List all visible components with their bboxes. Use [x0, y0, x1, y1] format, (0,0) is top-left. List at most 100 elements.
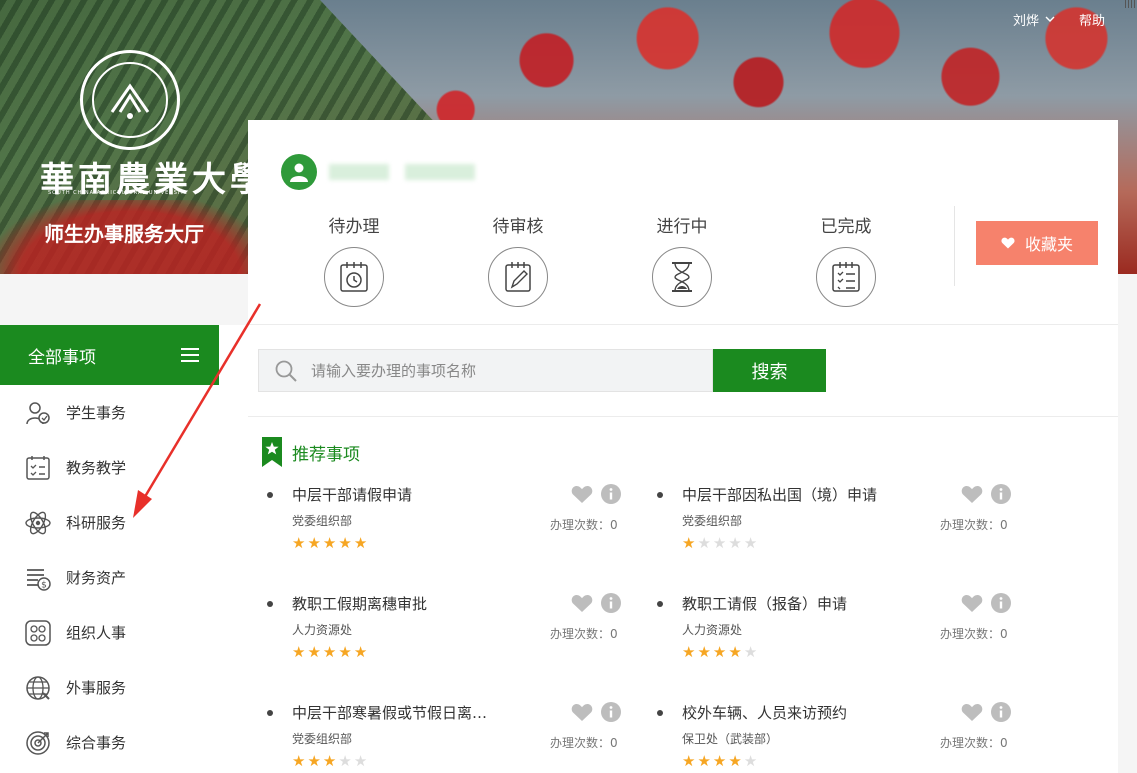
info-icon[interactable]: [991, 593, 1011, 613]
finance-icon: $: [24, 564, 52, 592]
service-title[interactable]: 教职工请假（报备）申请: [682, 593, 942, 614]
blurred-user-info: [329, 164, 475, 180]
corner-mark: [1125, 0, 1137, 8]
globe-icon: [24, 674, 52, 702]
sidebar-item-foreign-affairs[interactable]: 外事服务: [0, 660, 219, 715]
bookmark-star-icon: [262, 437, 282, 467]
status-completed[interactable]: 已完成: [800, 212, 892, 307]
search-bar: 搜索: [258, 349, 826, 392]
student-icon: [24, 399, 52, 427]
main-panel: 待办理 待审核 进行中 已完成 收藏夹 请输入要办理的事项名称 搜索 推荐事项 …: [248, 120, 1118, 773]
favorite-heart-icon[interactable]: [571, 703, 593, 722]
user-menu[interactable]: 刘烨: [1013, 10, 1055, 29]
sidebar-list: 学生事务 教务教学 科研服务 $ 财务资产 组织人事 外事服务 综合事务: [0, 385, 219, 770]
bullet: [657, 601, 663, 607]
info-icon[interactable]: [991, 702, 1011, 722]
star-filled-icon: ★: [322, 534, 337, 552]
search-button[interactable]: 搜索: [713, 349, 826, 392]
sidebar-item-academic[interactable]: 教务教学: [0, 440, 219, 495]
search-input[interactable]: [311, 361, 691, 380]
service-count: 办理次数：0: [940, 518, 1008, 532]
recommended-title: 推荐事项: [292, 444, 360, 465]
service-item[interactable]: 教职工假期离穗审批 人力资源处 ★ ★ ★ ★ ★ 办理次数：0: [262, 589, 622, 689]
svg-text:$: $: [41, 580, 47, 590]
help-link[interactable]: 帮助: [1079, 10, 1105, 29]
star-filled-icon: ★: [682, 752, 696, 770]
favorite-heart-icon[interactable]: [961, 703, 983, 722]
sidebar-item-personnel[interactable]: 组织人事: [0, 605, 219, 660]
status-label: 待审核: [492, 217, 544, 237]
favorite-heart-icon[interactable]: [571, 485, 593, 504]
edit-document-icon: [488, 247, 548, 307]
service-title[interactable]: 中层干部寒暑假或节假日离穗审批: [292, 702, 502, 723]
top-user-bar: 刘烨 帮助: [1013, 10, 1105, 29]
rating-stars: ★ ★ ★ ★ ★: [292, 536, 367, 551]
service-actions: [571, 593, 621, 613]
star-filled-icon: ★: [292, 643, 306, 661]
university-logo: [80, 50, 180, 150]
service-actions: [571, 702, 621, 722]
favorite-heart-icon[interactable]: [961, 485, 983, 504]
sidebar-item-research[interactable]: 科研服务: [0, 495, 219, 550]
search-icon: [275, 360, 297, 382]
service-item[interactable]: 中层干部请假申请 党委组织部 ★ ★ ★ ★ ★ 办理次数：0: [262, 480, 622, 580]
info-icon[interactable]: [601, 593, 621, 613]
service-actions: [961, 702, 1011, 722]
status-pending[interactable]: 待办理: [308, 212, 400, 307]
service-dept: 人力资源处: [292, 623, 353, 637]
star-filled-icon: ★: [712, 643, 727, 661]
info-icon[interactable]: [601, 484, 621, 504]
service-item[interactable]: 校外车辆、人员来访预约 保卫处（武装部） ★ ★ ★ ★ ★ 办理次数：0: [652, 698, 1012, 773]
service-item[interactable]: 中层干部因私出国（境）申请 党委组织部 ★ ★ ★ ★ ★ 办理次数：0: [652, 480, 1012, 580]
favorite-heart-icon[interactable]: [961, 594, 983, 613]
status-label: 已完成: [820, 217, 872, 237]
favorites-button[interactable]: 收藏夹: [976, 221, 1098, 265]
rating-stars: ★ ★ ★ ★ ★: [682, 645, 757, 660]
all-items-header[interactable]: 全部事项: [0, 325, 219, 385]
service-item[interactable]: 教职工请假（报备）申请 人力资源处 ★ ★ ★ ★ ★ 办理次数：0: [652, 589, 1012, 689]
service-title[interactable]: 教职工假期离穗审批: [292, 593, 552, 614]
status-label: 进行中: [656, 217, 708, 237]
sidebar: 全部事项 学生事务 教务教学 科研服务 $ 财务资产 组织人事 外事服务 综合事…: [0, 274, 248, 773]
divider: [954, 206, 955, 286]
all-items-label: 全部事项: [28, 347, 96, 368]
hourglass-icon: [652, 247, 712, 307]
info-icon[interactable]: [601, 702, 621, 722]
recommended-header: 推荐事项: [262, 437, 360, 467]
status-in-progress[interactable]: 进行中: [636, 212, 728, 307]
star-filled-icon: ★: [682, 643, 696, 661]
favorites-label: 收藏夹: [1024, 235, 1073, 254]
star-empty-icon: ★: [743, 752, 758, 770]
logo-emblem-icon: [110, 83, 150, 119]
star-filled-icon: ★: [728, 752, 742, 770]
star-filled-icon: ★: [338, 534, 352, 552]
star-empty-icon: ★: [697, 534, 711, 552]
service-count: 办理次数：0: [550, 627, 618, 641]
sidebar-item-finance[interactable]: $ 财务资产: [0, 550, 219, 605]
service-title[interactable]: 中层干部因私出国（境）申请: [682, 484, 942, 505]
rating-stars: ★ ★ ★ ★ ★: [682, 754, 757, 769]
user-name: 刘烨: [1012, 14, 1039, 29]
favorite-heart-icon[interactable]: [571, 594, 593, 613]
star-empty-icon: ★: [338, 752, 352, 770]
sidebar-item-label: 科研服务: [66, 514, 127, 532]
target-icon: [24, 729, 52, 757]
hamburger-menu-icon[interactable]: [181, 348, 199, 362]
sidebar-item-general[interactable]: 综合事务: [0, 715, 219, 770]
star-filled-icon: ★: [728, 643, 742, 661]
service-item[interactable]: 中层干部寒暑假或节假日离穗审批 党委组织部 ★ ★ ★ ★ ★ 办理次数：0: [262, 698, 622, 773]
search-box: [258, 349, 713, 392]
avatar[interactable]: [281, 154, 317, 190]
service-title[interactable]: 中层干部请假申请: [292, 484, 552, 505]
sidebar-item-student-affairs[interactable]: 学生事务: [0, 385, 219, 440]
calendar-checklist-icon: [24, 454, 52, 482]
university-subtitle: SOUTH CHINA AGRICULTURAL UNIVERSITY: [48, 190, 189, 196]
star-filled-icon: ★: [307, 752, 321, 770]
sidebar-item-label: 综合事务: [66, 734, 127, 752]
star-filled-icon: ★: [712, 752, 727, 770]
info-icon[interactable]: [991, 484, 1011, 504]
status-review[interactable]: 待审核: [472, 212, 564, 307]
service-count: 办理次数：0: [550, 736, 618, 750]
hall-title: 师生办事服务大厅: [44, 222, 204, 246]
service-title[interactable]: 校外车辆、人员来访预约: [682, 702, 942, 723]
